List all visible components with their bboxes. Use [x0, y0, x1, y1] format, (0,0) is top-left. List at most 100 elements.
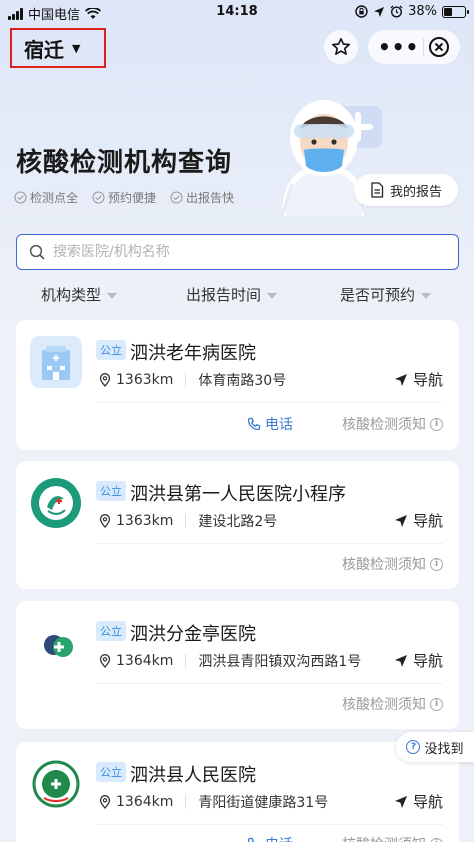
hospital-card[interactable]: 公立 泗洪老年病医院 1363km 体育南路30号 导航 电话 核酸检测须知 i [16, 320, 459, 450]
hospital-name: 泗洪老年病医院 [130, 343, 256, 364]
test-notice-link[interactable]: 核酸检测须知 i [342, 414, 443, 434]
navigation-arrow-icon [394, 795, 407, 808]
phone-icon [247, 417, 261, 431]
feature-label: 出报告快 [186, 191, 235, 205]
notice-label: 核酸检测须知 [342, 834, 426, 842]
check-circle-icon [170, 191, 183, 204]
navigate-button[interactable]: 导航 [394, 791, 443, 812]
medical-cross-logo-icon [44, 635, 73, 657]
hospital-building-icon [42, 346, 70, 380]
filter-label: 出报告时间 [186, 286, 262, 304]
more-dots-icon[interactable]: ••• [378, 37, 419, 57]
info-icon: i [430, 557, 443, 571]
feature-list: 检测点全 预约便捷 出报告快 [14, 189, 234, 206]
battery-icon [442, 5, 469, 18]
hospital-distance: 1364km [116, 794, 174, 810]
hospital-address-line: 1363km 建设北路2号 [98, 511, 277, 531]
separator [185, 373, 187, 387]
city-name: 宿迁 [24, 37, 64, 62]
navigate-button[interactable]: 导航 [394, 510, 443, 531]
lock-rotation-icon [355, 5, 368, 18]
my-report-label: 我的报告 [389, 184, 442, 200]
filter-bar: 机构类型 出报告时间 是否可预约 [0, 284, 474, 308]
hospital-card[interactable]: 公立 泗洪县人民医院 1364km 青阳街道健康路31号 导航 电话 核酸检测须… [16, 742, 459, 842]
location-arrow-icon [374, 6, 385, 17]
navigate-label: 导航 [412, 512, 443, 530]
phone-button[interactable]: 电话 [247, 834, 293, 842]
hospital-address: 泗洪县青阳镇双沟西路1号 [198, 654, 362, 670]
battery-percent: 38% [408, 4, 437, 19]
phone-button[interactable]: 电话 [247, 414, 293, 434]
battery-fill [444, 7, 452, 16]
filter-report-time[interactable]: 出报告时间 [186, 284, 278, 305]
page-title: 核酸检测机构查询 [16, 148, 233, 178]
hospital-name: 泗洪分金亭医院 [130, 624, 256, 645]
card-divider [96, 683, 443, 684]
close-icon[interactable] [428, 36, 450, 58]
hospital-address-line: 1363km 体育南路30号 [98, 370, 286, 390]
hospital-card[interactable]: 公立 泗洪分金亭医院 1364km 泗洪县青阳镇双沟西路1号 导航 核酸检测须知… [16, 601, 459, 729]
filter-institution-type[interactable]: 机构类型 [41, 284, 118, 305]
hospital-address-line: 1364km 青阳街道健康路31号 [98, 792, 328, 812]
hospital-address-line: 1364km 泗洪县青阳镇双沟西路1号 [98, 651, 361, 671]
hospital-name: 泗洪县第一人民医院小程序 [130, 484, 346, 505]
navigation-arrow-icon [394, 654, 407, 667]
peoples-hospital-seal-logo-icon [32, 760, 80, 808]
navigate-button[interactable]: 导航 [394, 369, 443, 390]
info-icon: i [430, 837, 443, 842]
nav-actions: ••• [324, 30, 460, 64]
notice-label: 核酸检测须知 [342, 697, 426, 713]
separator [185, 795, 187, 809]
separator [185, 514, 187, 528]
hospital-distance: 1364km [116, 653, 174, 669]
caret-down-icon [107, 292, 118, 299]
filter-bookable[interactable]: 是否可预约 [340, 284, 432, 305]
favorite-button[interactable] [324, 30, 358, 64]
first-peoples-hospital-logo-icon [31, 478, 81, 528]
not-found-help-button[interactable]: ? 没找到 [396, 732, 474, 762]
test-notice-link[interactable]: 核酸检测须知 i [342, 834, 443, 842]
hospital-address: 建设北路2号 [198, 514, 278, 530]
search-icon [29, 244, 45, 260]
public-tag: 公立 [96, 481, 126, 501]
search-box[interactable] [16, 234, 459, 270]
phone-icon [247, 837, 254, 842]
hospital-logo [30, 336, 82, 388]
feature-item: 出报告快 [170, 189, 234, 206]
feature-label: 检测点全 [30, 191, 79, 205]
alarm-icon [390, 5, 403, 18]
caret-down-icon [267, 292, 278, 299]
caret-down-icon: ▼ [72, 41, 81, 55]
mini-program-capsule: ••• [368, 30, 460, 64]
notice-label: 核酸检测须知 [342, 557, 426, 573]
card-divider [96, 543, 443, 544]
hospital-card[interactable]: 公立 泗洪县第一人民医院小程序 1363km 建设北路2号 导航 核酸检测须知 … [16, 461, 459, 589]
city-selector[interactable]: 宿迁 ▼ [10, 28, 106, 68]
navigate-label: 导航 [412, 371, 443, 389]
question-circle-icon: ? [406, 740, 421, 754]
feature-label: 预约便捷 [108, 191, 157, 205]
navigate-button[interactable]: 导航 [394, 650, 443, 671]
navigate-label: 导航 [412, 652, 443, 670]
navigation-arrow-icon [394, 514, 407, 527]
hospital-logo [30, 477, 82, 529]
test-notice-link[interactable]: 核酸检测须知 i [342, 694, 443, 714]
hospital-logo [30, 617, 82, 669]
search-input[interactable] [53, 244, 433, 260]
test-notice-link[interactable]: 核酸检测须知 i [342, 554, 443, 574]
status-right: 38% [355, 4, 469, 19]
phone-label: 电话 [265, 834, 293, 842]
capsule-divider [423, 38, 425, 56]
public-tag: 公立 [96, 762, 126, 782]
info-icon: i [430, 417, 443, 431]
hospital-distance: 1363km [116, 372, 174, 388]
hospital-logo [30, 758, 82, 810]
feature-item: 检测点全 [14, 189, 78, 206]
star-icon [332, 38, 350, 55]
notice-label: 核酸检测须知 [342, 417, 426, 433]
my-report-button[interactable]: 我的报告 [354, 174, 458, 206]
caret-down-icon [421, 292, 432, 299]
hospital-address: 体育南路30号 [198, 373, 287, 389]
card-divider [96, 402, 443, 403]
hospital-address: 青阳街道健康路31号 [198, 795, 329, 811]
